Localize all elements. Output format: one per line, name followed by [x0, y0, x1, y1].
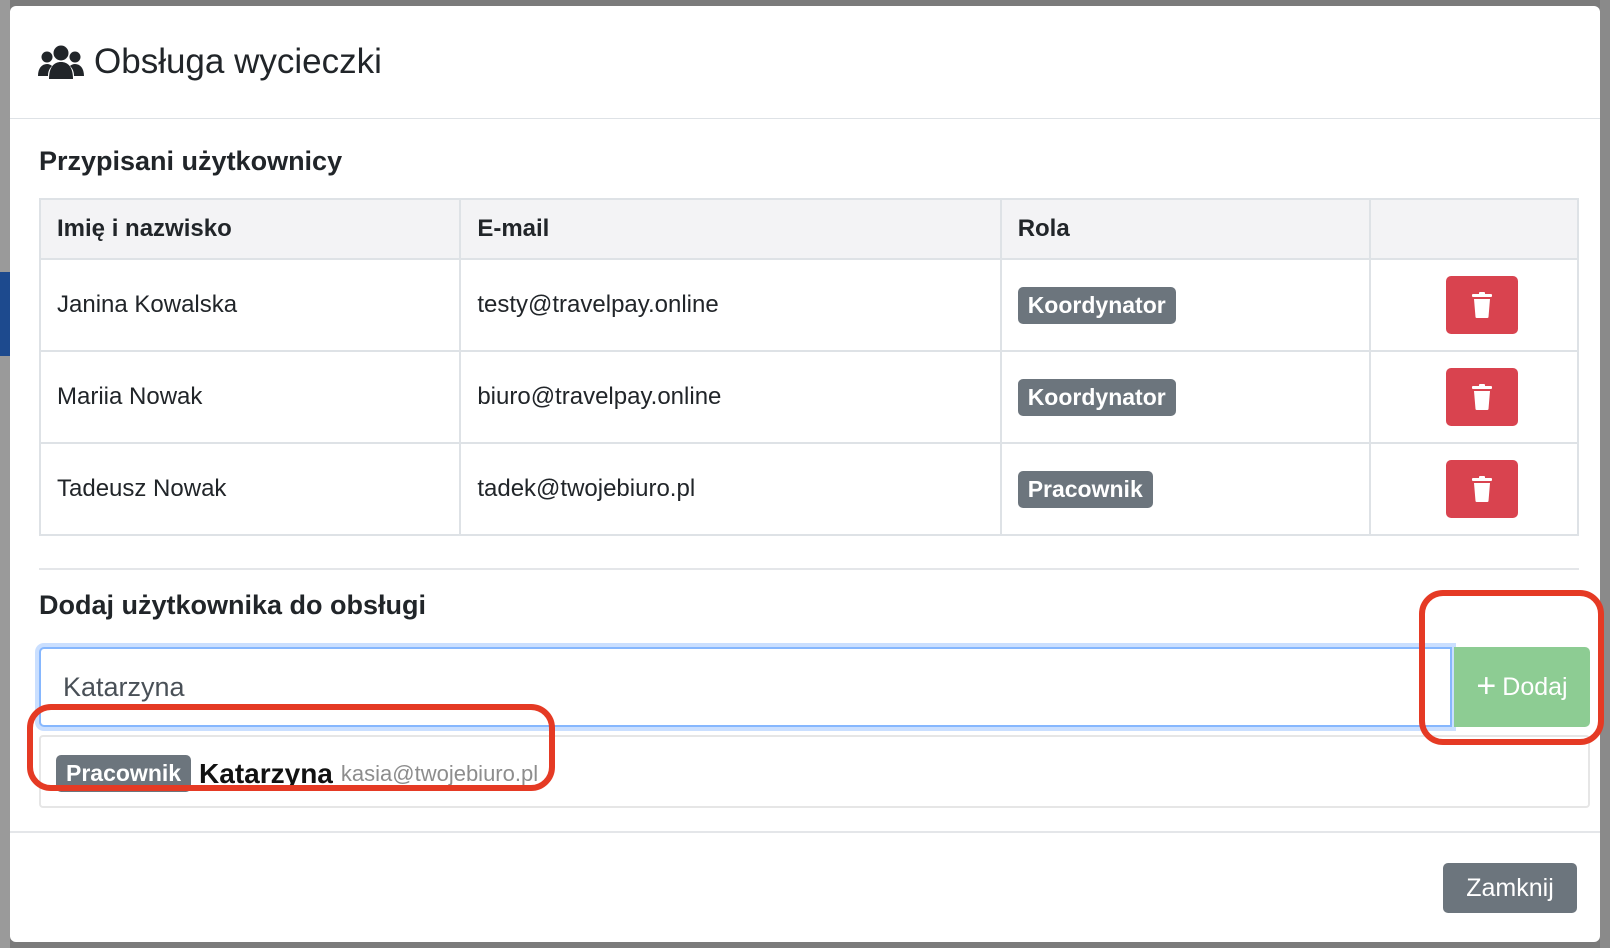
background-page-right [1600, 0, 1610, 948]
modal-header: Obsługa wycieczki [10, 6, 1600, 119]
background-page [0, 0, 10, 948]
column-header-actions [1369, 198, 1579, 260]
modal-title: Obsługa wycieczki [94, 42, 382, 81]
add-user-heading: Dodaj użytkownika do obsługi [39, 590, 427, 620]
delete-user-button[interactable] [1445, 460, 1518, 518]
role-badge: Koordynator [1017, 378, 1176, 416]
user-actions-cell [1369, 258, 1579, 352]
close-button[interactable]: Zamknij [1443, 863, 1577, 913]
role-badge: Koordynator [1017, 286, 1176, 324]
column-header-name: Imię i nazwisko [38, 198, 462, 260]
user-actions-cell [1369, 350, 1579, 444]
delete-user-button[interactable] [1445, 276, 1518, 334]
table-row: Mariia Nowak biuro@travelpay.online Koor… [38, 350, 1579, 444]
user-email-cell: biuro@travelpay.online [459, 350, 1002, 444]
annotation-highlight-add-button [1419, 590, 1604, 745]
trash-icon [1471, 292, 1492, 318]
user-email-cell: testy@travelpay.online [459, 258, 1002, 352]
table-header-row: Imię i nazwisko E-mail Rola [38, 198, 1579, 260]
role-badge: Pracownik [1017, 470, 1153, 508]
delete-user-button[interactable] [1445, 368, 1518, 426]
users-icon [38, 45, 84, 79]
user-name-cell: Tadeusz Nowak [38, 442, 462, 536]
background-page-accent [0, 272, 10, 356]
assigned-users-heading: Przypisani użytkownicy [39, 146, 343, 176]
user-email-cell: tadek@twojebiuro.pl [459, 442, 1002, 536]
column-header-email: E-mail [459, 198, 1002, 260]
table-row: Tadeusz Nowak tadek@twojebiuro.pl Pracow… [38, 442, 1579, 536]
table-row: Janina Kowalska testy@travelpay.online K… [38, 258, 1579, 352]
user-actions-cell [1369, 442, 1579, 536]
user-role-cell: Koordynator [999, 350, 1372, 444]
user-name-cell: Janina Kowalska [38, 258, 462, 352]
modal-footer-divider [10, 831, 1600, 833]
column-header-role: Rola [999, 198, 1372, 260]
trash-icon [1471, 476, 1492, 502]
user-name-cell: Mariia Nowak [38, 350, 462, 444]
trash-icon [1471, 384, 1492, 410]
trip-service-modal: Obsługa wycieczki Przypisani użytkownicy… [10, 6, 1604, 942]
annotation-highlight-suggestion [27, 704, 555, 791]
section-divider [39, 568, 1579, 570]
user-role-cell: Koordynator [999, 258, 1372, 352]
user-role-cell: Pracownik [999, 442, 1372, 536]
assigned-users-table: Imię i nazwisko E-mail Rola Janina Kowal… [38, 198, 1579, 536]
